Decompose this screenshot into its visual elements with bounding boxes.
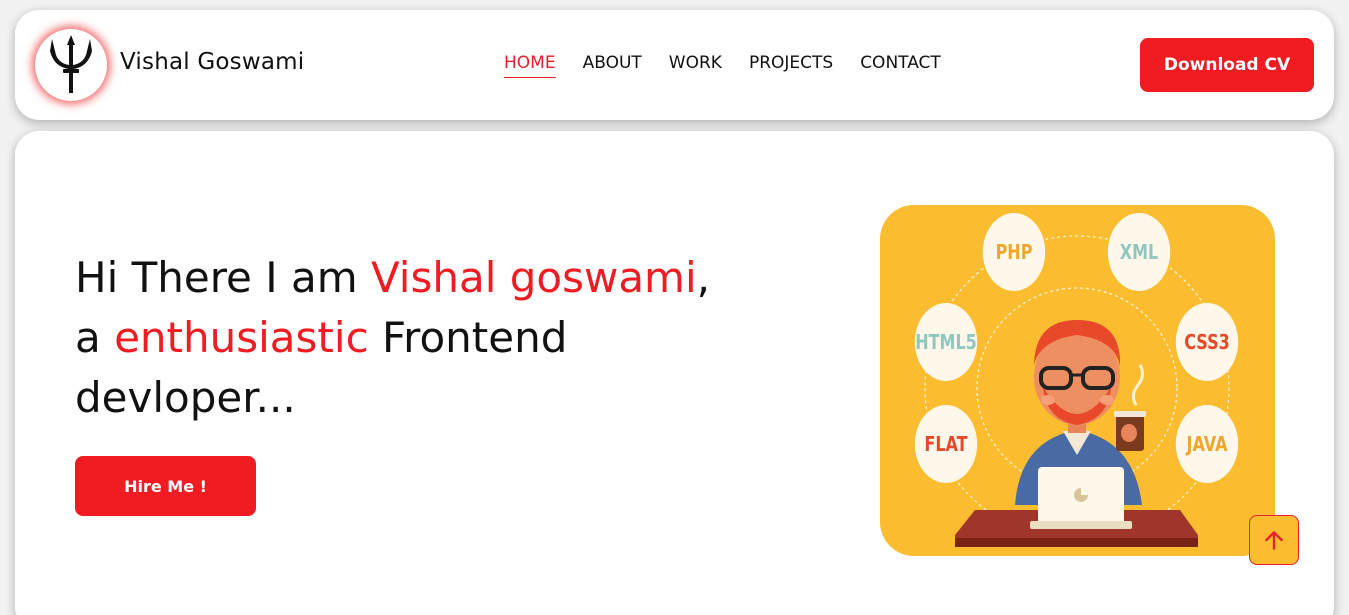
hero-section: Hi There I am Vishal goswami, a enthusia… [15,131,1334,615]
site-header: Vishal Goswami HOME ABOUT WORK PROJECTS … [15,10,1334,120]
nav-contact[interactable]: CONTACT [860,53,941,78]
arrow-up-icon [1265,531,1283,550]
bubble-php: PHP [982,213,1046,291]
download-cv-button[interactable]: Download CV [1140,38,1314,92]
nav-projects[interactable]: PROJECTS [749,53,833,78]
headline-comma: , [696,253,711,302]
developer-illustration: PHP XML HTML5 CSS3 FLAT JAVA [880,205,1275,556]
nav-home[interactable]: HOME [504,53,556,78]
nav-about[interactable]: ABOUT [583,53,642,78]
bubble-flat: FLAT [914,405,978,483]
headline-name: Vishal goswami [371,253,697,302]
headline-role-suffix: devloper... [75,373,296,422]
scroll-to-top-button[interactable] [1249,515,1299,565]
hero-headline: Hi There I am Vishal goswami, a enthusia… [75,248,835,428]
orbit-ring [924,235,1230,547]
headline-accent-word: enthusiastic [114,313,369,362]
main-nav: HOME ABOUT WORK PROJECTS CONTACT [504,53,968,78]
trident-icon [50,35,92,93]
nav-work[interactable]: WORK [669,53,722,78]
logo[interactable] [35,29,107,101]
headline-greeting: Hi There I am [75,253,371,302]
bubble-xml: XML [1107,213,1171,291]
headline-role: Frontend [368,313,568,362]
bubble-html5: HTML5 [914,303,978,381]
bubble-java: JAVA [1175,405,1239,483]
headline-article: a [75,313,115,362]
bubble-css3: CSS3 [1175,303,1239,381]
brand-name[interactable]: Vishal Goswami [120,49,304,75]
hire-me-button[interactable]: Hire Me ! [75,456,256,516]
